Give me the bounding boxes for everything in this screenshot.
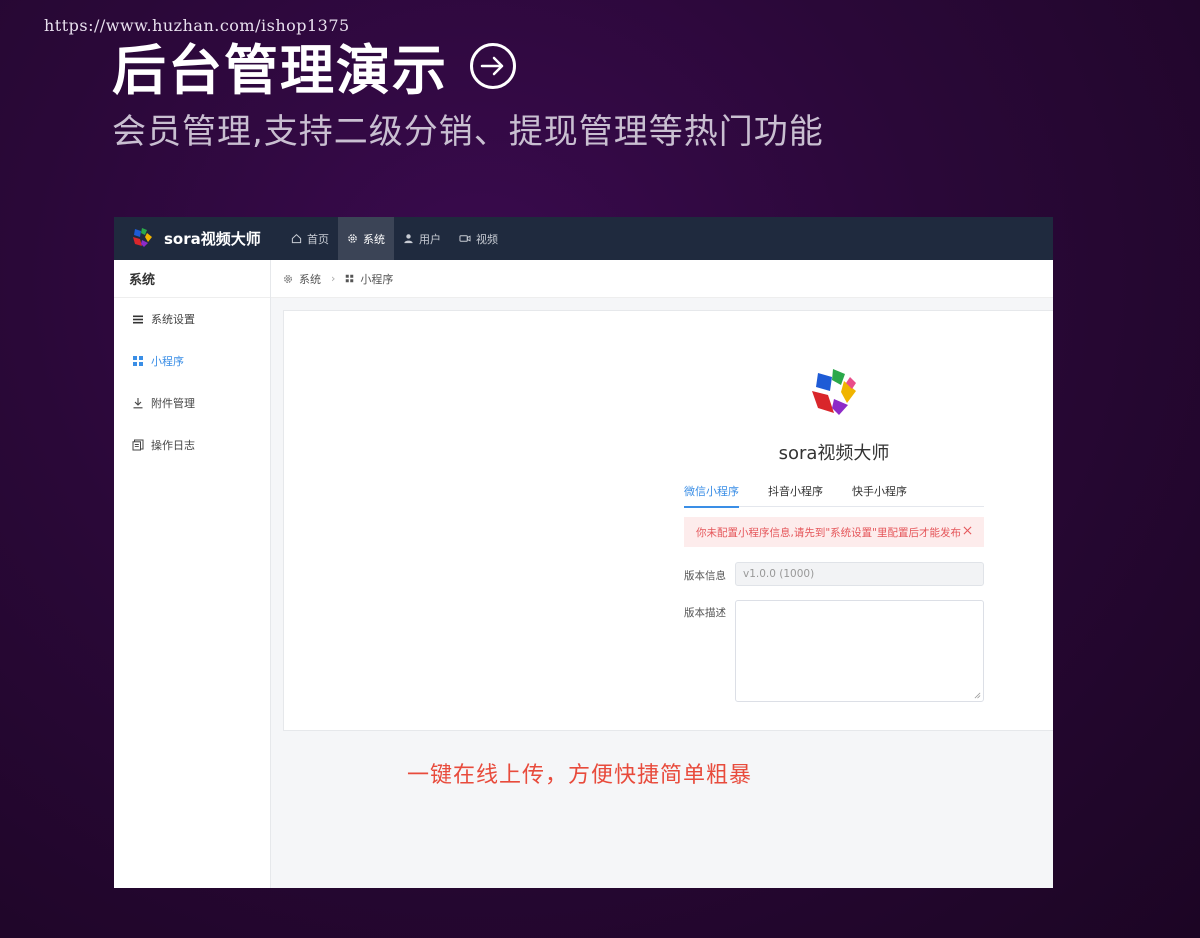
grid-icon (346, 274, 354, 283)
gear-icon (284, 274, 292, 283)
arrow-right-icon (470, 42, 516, 89)
alert-text: 你未配置小程序信息,请先到"系统设置"里配置后才能发布 (696, 526, 961, 539)
close-icon[interactable] (963, 526, 972, 538)
version-input[interactable]: v1.0.0 (1000) (735, 562, 984, 586)
nav-item-videos[interactable]: 视频 (450, 217, 507, 260)
download-icon (133, 398, 143, 409)
brand-logo-icon (130, 225, 154, 253)
user-icon (404, 234, 413, 244)
sidebar-item-label: 系统设置 (151, 313, 195, 326)
log-icon (132, 439, 144, 451)
sidebar-title: 系统 (114, 260, 270, 298)
gear-icon (348, 234, 357, 243)
sidebar-item-operation-log[interactable]: 操作日志 (114, 424, 270, 466)
main-nav: 首页 系统 用户 视频 (282, 217, 507, 260)
tab-douyin[interactable]: 抖音小程序 (768, 483, 823, 507)
nav-item-system[interactable]: 系统 (338, 217, 394, 260)
promo-caption: 一键在线上传，方便快捷简单粗暴 (407, 763, 753, 788)
sidebar-item-miniprogram[interactable]: 小程序 (114, 340, 270, 382)
menu-lines-icon (133, 315, 143, 323)
breadcrumb: 系统 › 小程序 (271, 260, 1053, 298)
nav-item-label: 视频 (476, 232, 498, 246)
app-logo-icon (806, 363, 862, 423)
sidebar-item-label: 操作日志 (151, 439, 195, 452)
nav-item-label: 系统 (363, 232, 385, 246)
sidebar-item-system-settings[interactable]: 系统设置 (114, 298, 270, 340)
nav-item-home[interactable]: 首页 (282, 217, 338, 260)
version-label: 版本信息 (684, 570, 726, 582)
sidebar-item-attachments[interactable]: 附件管理 (114, 382, 270, 424)
app-name: sora视频大师 (778, 443, 890, 464)
nav-item-label: 用户 (419, 232, 441, 246)
description-label: 版本描述 (684, 607, 726, 619)
nav-item-label: 首页 (307, 232, 329, 246)
chevron-right-icon: › (331, 272, 336, 285)
admin-app-window: sora视频大师 首页 系统 用户 视频 系统 系统设置 小程序 附件管理 操作… (114, 217, 1053, 888)
tab-wechat[interactable]: 微信小程序 (684, 483, 739, 508)
home-icon (291, 233, 302, 244)
hero-subtitle: 会员管理,支持二级分销、提现管理等热门功能 (112, 112, 824, 152)
hero-title: 后台管理演示 (112, 26, 516, 105)
top-navbar: sora视频大师 首页 系统 用户 视频 (114, 217, 1053, 260)
miniprogram-card: sora视频大师 微信小程序 抖音小程序 快手小程序 你未配置小程序信息,请先到… (283, 310, 1053, 731)
breadcrumb-item-miniprogram: 小程序 (360, 272, 394, 286)
sidebar-item-label: 小程序 (151, 355, 184, 368)
brand[interactable]: sora视频大师 (114, 225, 282, 253)
main-content: 系统 › 小程序 sora视频大师 微信小程序 抖音小程序 快手小程序 你未配置… (271, 260, 1053, 888)
resize-grip-icon[interactable] (974, 692, 981, 699)
brand-name: sora视频大师 (164, 230, 261, 248)
hero-title-text: 后台管理演示 (112, 39, 448, 102)
nav-item-users[interactable]: 用户 (394, 217, 450, 260)
grid-icon (133, 356, 143, 366)
config-warning-alert: 你未配置小程序信息,请先到"系统设置"里配置后才能发布 (684, 517, 984, 547)
platform-tabs: 微信小程序 抖音小程序 快手小程序 (684, 483, 984, 508)
breadcrumb-item-system[interactable]: 系统 (299, 271, 321, 287)
tab-kuaishou[interactable]: 快手小程序 (852, 483, 907, 507)
video-icon (459, 235, 471, 242)
sidebar: 系统 系统设置 小程序 附件管理 操作日志 (114, 260, 271, 888)
description-textarea[interactable] (735, 600, 984, 702)
sidebar-item-label: 附件管理 (151, 397, 195, 410)
